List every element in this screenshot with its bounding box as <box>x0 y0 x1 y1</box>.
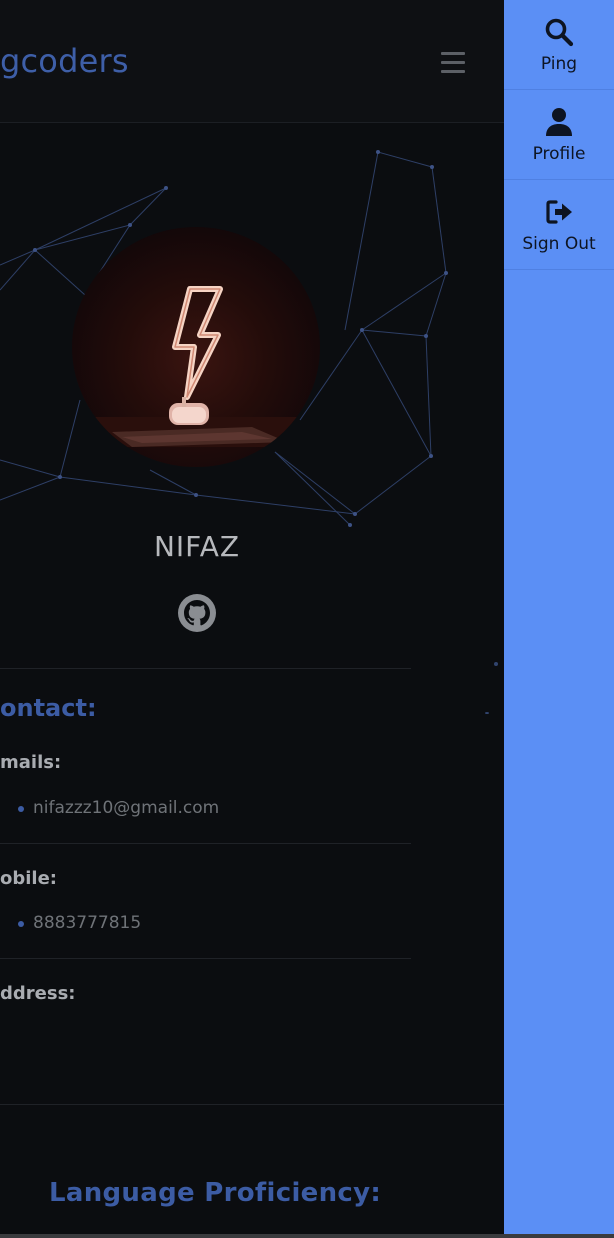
search-icon <box>545 18 574 47</box>
brand-logo[interactable]: gcoders <box>0 42 129 80</box>
sidebar-item-ping[interactable]: Ping <box>504 0 614 90</box>
mobile-label: obile: <box>0 868 57 889</box>
sign-out-icon <box>546 200 572 224</box>
mobile-list-item: 8883777815 <box>18 913 141 933</box>
hamburger-bar <box>441 70 465 73</box>
user-icon <box>546 108 572 136</box>
section-divider <box>0 1104 504 1105</box>
contact-section-title: ontact: <box>0 694 97 722</box>
mobile-value[interactable]: 8883777815 <box>33 913 141 933</box>
sidebar-menu: Ping Profile Sign Out <box>504 0 614 1234</box>
email-value[interactable]: nifazzz10@gmail.com <box>33 798 219 818</box>
divider <box>0 958 411 959</box>
language-proficiency-title: Language Proficiency: <box>49 1178 382 1208</box>
navbar: gcoders <box>0 0 504 123</box>
github-icon[interactable] <box>177 593 217 633</box>
hamburger-bar <box>441 52 465 55</box>
sidebar-item-label: Ping <box>540 54 578 74</box>
divider <box>0 843 411 844</box>
hamburger-bar <box>441 61 465 64</box>
divider <box>0 668 411 669</box>
sidebar-item-profile[interactable]: Profile <box>504 90 614 180</box>
decoration-dot <box>494 662 498 666</box>
sidebar-item-sign-out[interactable]: Sign Out <box>504 180 614 270</box>
neon-lightning-lamp-image <box>92 286 302 447</box>
sidebar-item-label: Sign Out <box>522 234 596 254</box>
decoration-dot <box>485 712 489 714</box>
address-label: ddress: <box>0 983 76 1004</box>
sidebar-item-label: Profile <box>532 144 586 164</box>
bottom-border <box>0 1234 614 1238</box>
profile-avatar <box>72 227 320 467</box>
profile-name: NIFAZ <box>153 530 241 563</box>
menu-toggle-button[interactable] <box>441 52 465 74</box>
main-page: gcoders NIFAZ ontact: mails: nifazzz10@g… <box>0 0 504 1238</box>
emails-label: mails: <box>0 752 62 773</box>
email-list-item: nifazzz10@gmail.com <box>18 798 219 818</box>
